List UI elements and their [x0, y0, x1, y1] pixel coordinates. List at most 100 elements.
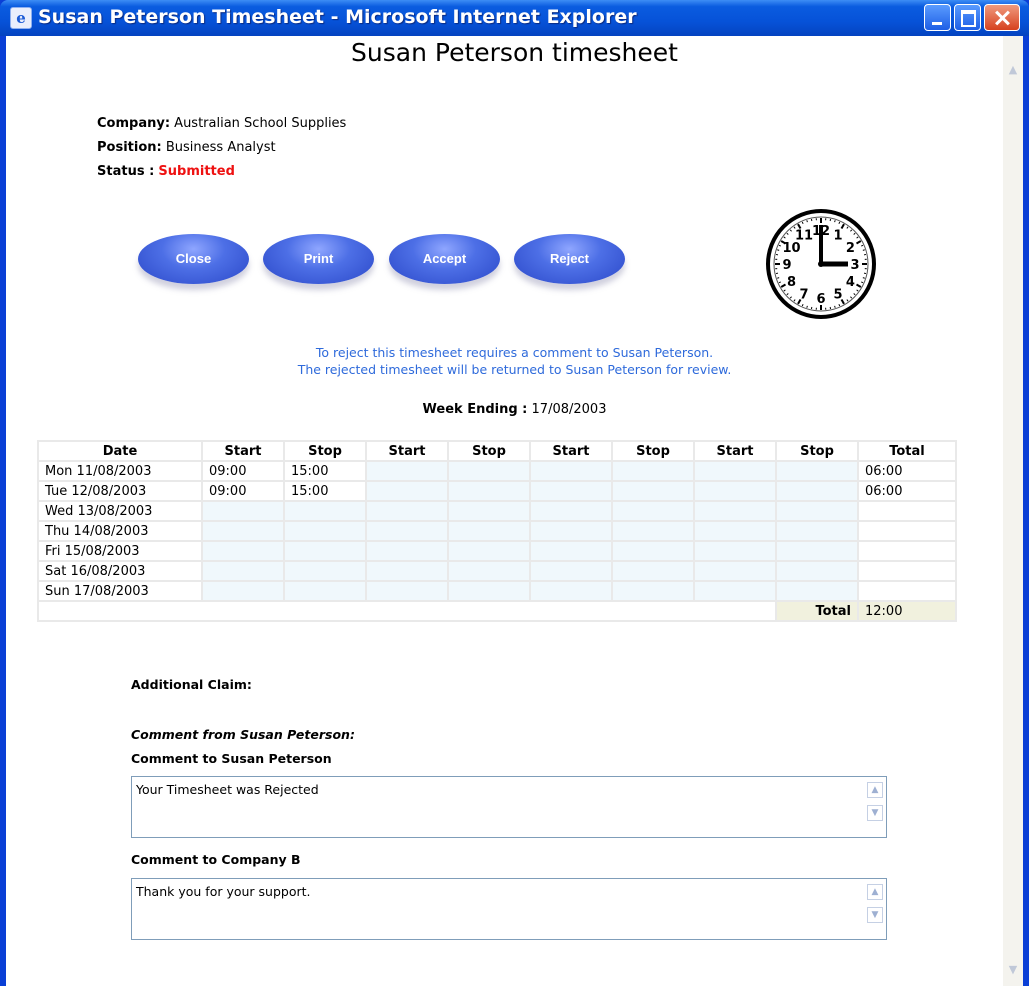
time-cell	[285, 582, 365, 600]
time-cell	[449, 482, 529, 500]
clock-tick	[806, 220, 808, 223]
column-header: Start	[695, 442, 775, 460]
time-cell	[531, 562, 611, 580]
time-cell	[285, 502, 365, 520]
time-cell	[531, 482, 611, 500]
clock-tick	[777, 277, 780, 279]
time-cell	[777, 502, 857, 520]
time-cell	[449, 462, 529, 480]
column-header: Start	[531, 442, 611, 460]
table-row: Sat 16/08/2003	[39, 562, 955, 580]
table-row: Thu 14/08/2003	[39, 522, 955, 540]
date-cell: Sun 17/08/2003	[39, 582, 201, 600]
time-cell	[285, 542, 365, 560]
date-cell: Thu 14/08/2003	[39, 522, 201, 540]
time-cell	[613, 462, 693, 480]
time-cell	[203, 582, 283, 600]
clock-tick	[777, 249, 780, 251]
clock-number: 3	[850, 258, 859, 273]
additional-claim-label: Additional Claim:	[131, 677, 252, 692]
time-cell	[367, 502, 447, 520]
clock-tick	[834, 305, 836, 308]
clock-number: 2	[846, 241, 855, 256]
time-cell	[613, 562, 693, 580]
close-button[interactable]: Close	[138, 234, 249, 284]
time-cell: 09:00	[203, 462, 283, 480]
time-cell	[695, 522, 775, 540]
vertical-scrollbar[interactable]: ▲ ▼	[1003, 36, 1023, 986]
clock-icon: 121234567891011	[766, 209, 876, 319]
time-cell	[449, 582, 529, 600]
clock-tick	[806, 305, 808, 308]
time-cell	[613, 502, 693, 520]
column-header: Total	[859, 442, 955, 460]
date-cell: Tue 12/08/2003	[39, 482, 201, 500]
print-button[interactable]: Print	[263, 234, 374, 284]
comment-to-company-textarea[interactable]: Thank you for your support. ▲ ▼	[131, 878, 887, 940]
textarea-scrollbar[interactable]: ▲ ▼	[866, 881, 884, 937]
maximize-button[interactable]	[954, 4, 981, 31]
column-header: Stop	[613, 442, 693, 460]
accept-button[interactable]: Accept	[389, 234, 500, 284]
week-ending: Week Ending : 17/08/2003	[0, 402, 1029, 417]
time-cell: 15:00	[285, 462, 365, 480]
time-cell	[531, 462, 611, 480]
clock-number: 11	[795, 229, 813, 244]
time-cell	[613, 482, 693, 500]
grand-total-label: Total	[777, 602, 857, 620]
status-value: Submitted	[158, 164, 235, 179]
scroll-up-icon[interactable]: ▲	[867, 884, 883, 900]
time-cell: 15:00	[285, 482, 365, 500]
table-row: Mon 11/08/2003 09:00 15:00 06:00	[39, 462, 955, 480]
column-header: Stop	[449, 442, 529, 460]
company-label: Company:	[97, 116, 171, 131]
clock-tick	[834, 220, 836, 223]
time-cell	[531, 542, 611, 560]
textarea-scrollbar[interactable]: ▲ ▼	[866, 779, 884, 835]
time-cell	[449, 522, 529, 540]
time-cell	[695, 542, 775, 560]
time-cell	[777, 462, 857, 480]
scroll-down-icon[interactable]: ▼	[867, 805, 883, 821]
comment-to-company-label: Comment to Company B	[131, 852, 301, 867]
time-cell	[367, 582, 447, 600]
column-header: Stop	[777, 442, 857, 460]
time-cell	[285, 522, 365, 540]
time-cell	[449, 542, 529, 560]
time-cell	[203, 542, 283, 560]
title-bar[interactable]: e Susan Peterson Timesheet - Microsoft I…	[0, 0, 1029, 36]
table-row: Tue 12/08/2003 09:00 15:00 06:00	[39, 482, 955, 500]
close-window-button[interactable]	[984, 4, 1020, 31]
minimize-button[interactable]	[924, 4, 951, 31]
time-cell	[367, 562, 447, 580]
scroll-up-icon[interactable]: ▲	[867, 782, 883, 798]
time-cell	[203, 562, 283, 580]
position-label: Position:	[97, 140, 162, 155]
status-label: Status :	[97, 164, 155, 179]
time-cell	[449, 562, 529, 580]
row-total-cell: 06:00	[859, 462, 955, 480]
time-cell	[695, 482, 775, 500]
time-cell	[777, 522, 857, 540]
date-cell: Fri 15/08/2003	[39, 542, 201, 560]
scroll-down-icon[interactable]: ▼	[1005, 962, 1021, 978]
time-cell	[531, 522, 611, 540]
reject-button[interactable]: Reject	[514, 234, 625, 284]
ie-icon: e	[10, 7, 32, 29]
time-cell	[777, 482, 857, 500]
clock-number: 1	[833, 229, 842, 244]
scroll-down-icon[interactable]: ▼	[867, 907, 883, 923]
comment-to-employee-text: Your Timesheet was Rejected	[136, 782, 319, 797]
grand-total-value: 12:00	[859, 602, 955, 620]
clock-number: 7	[799, 287, 808, 302]
total-row-spacer	[39, 602, 775, 620]
comment-to-employee-textarea[interactable]: Your Timesheet was Rejected ▲ ▼	[131, 776, 887, 838]
status-info: Status : Submitted	[97, 164, 235, 179]
company-info: Company: Australian School Supplies	[97, 116, 346, 131]
table-header-row: Date Start Stop Start Stop Start Stop St…	[39, 442, 955, 460]
time-cell	[695, 502, 775, 520]
table-row: Fri 15/08/2003	[39, 542, 955, 560]
clock-tick	[862, 249, 865, 251]
page-title: Susan Peterson timesheet	[351, 38, 678, 67]
column-header: Stop	[285, 442, 365, 460]
